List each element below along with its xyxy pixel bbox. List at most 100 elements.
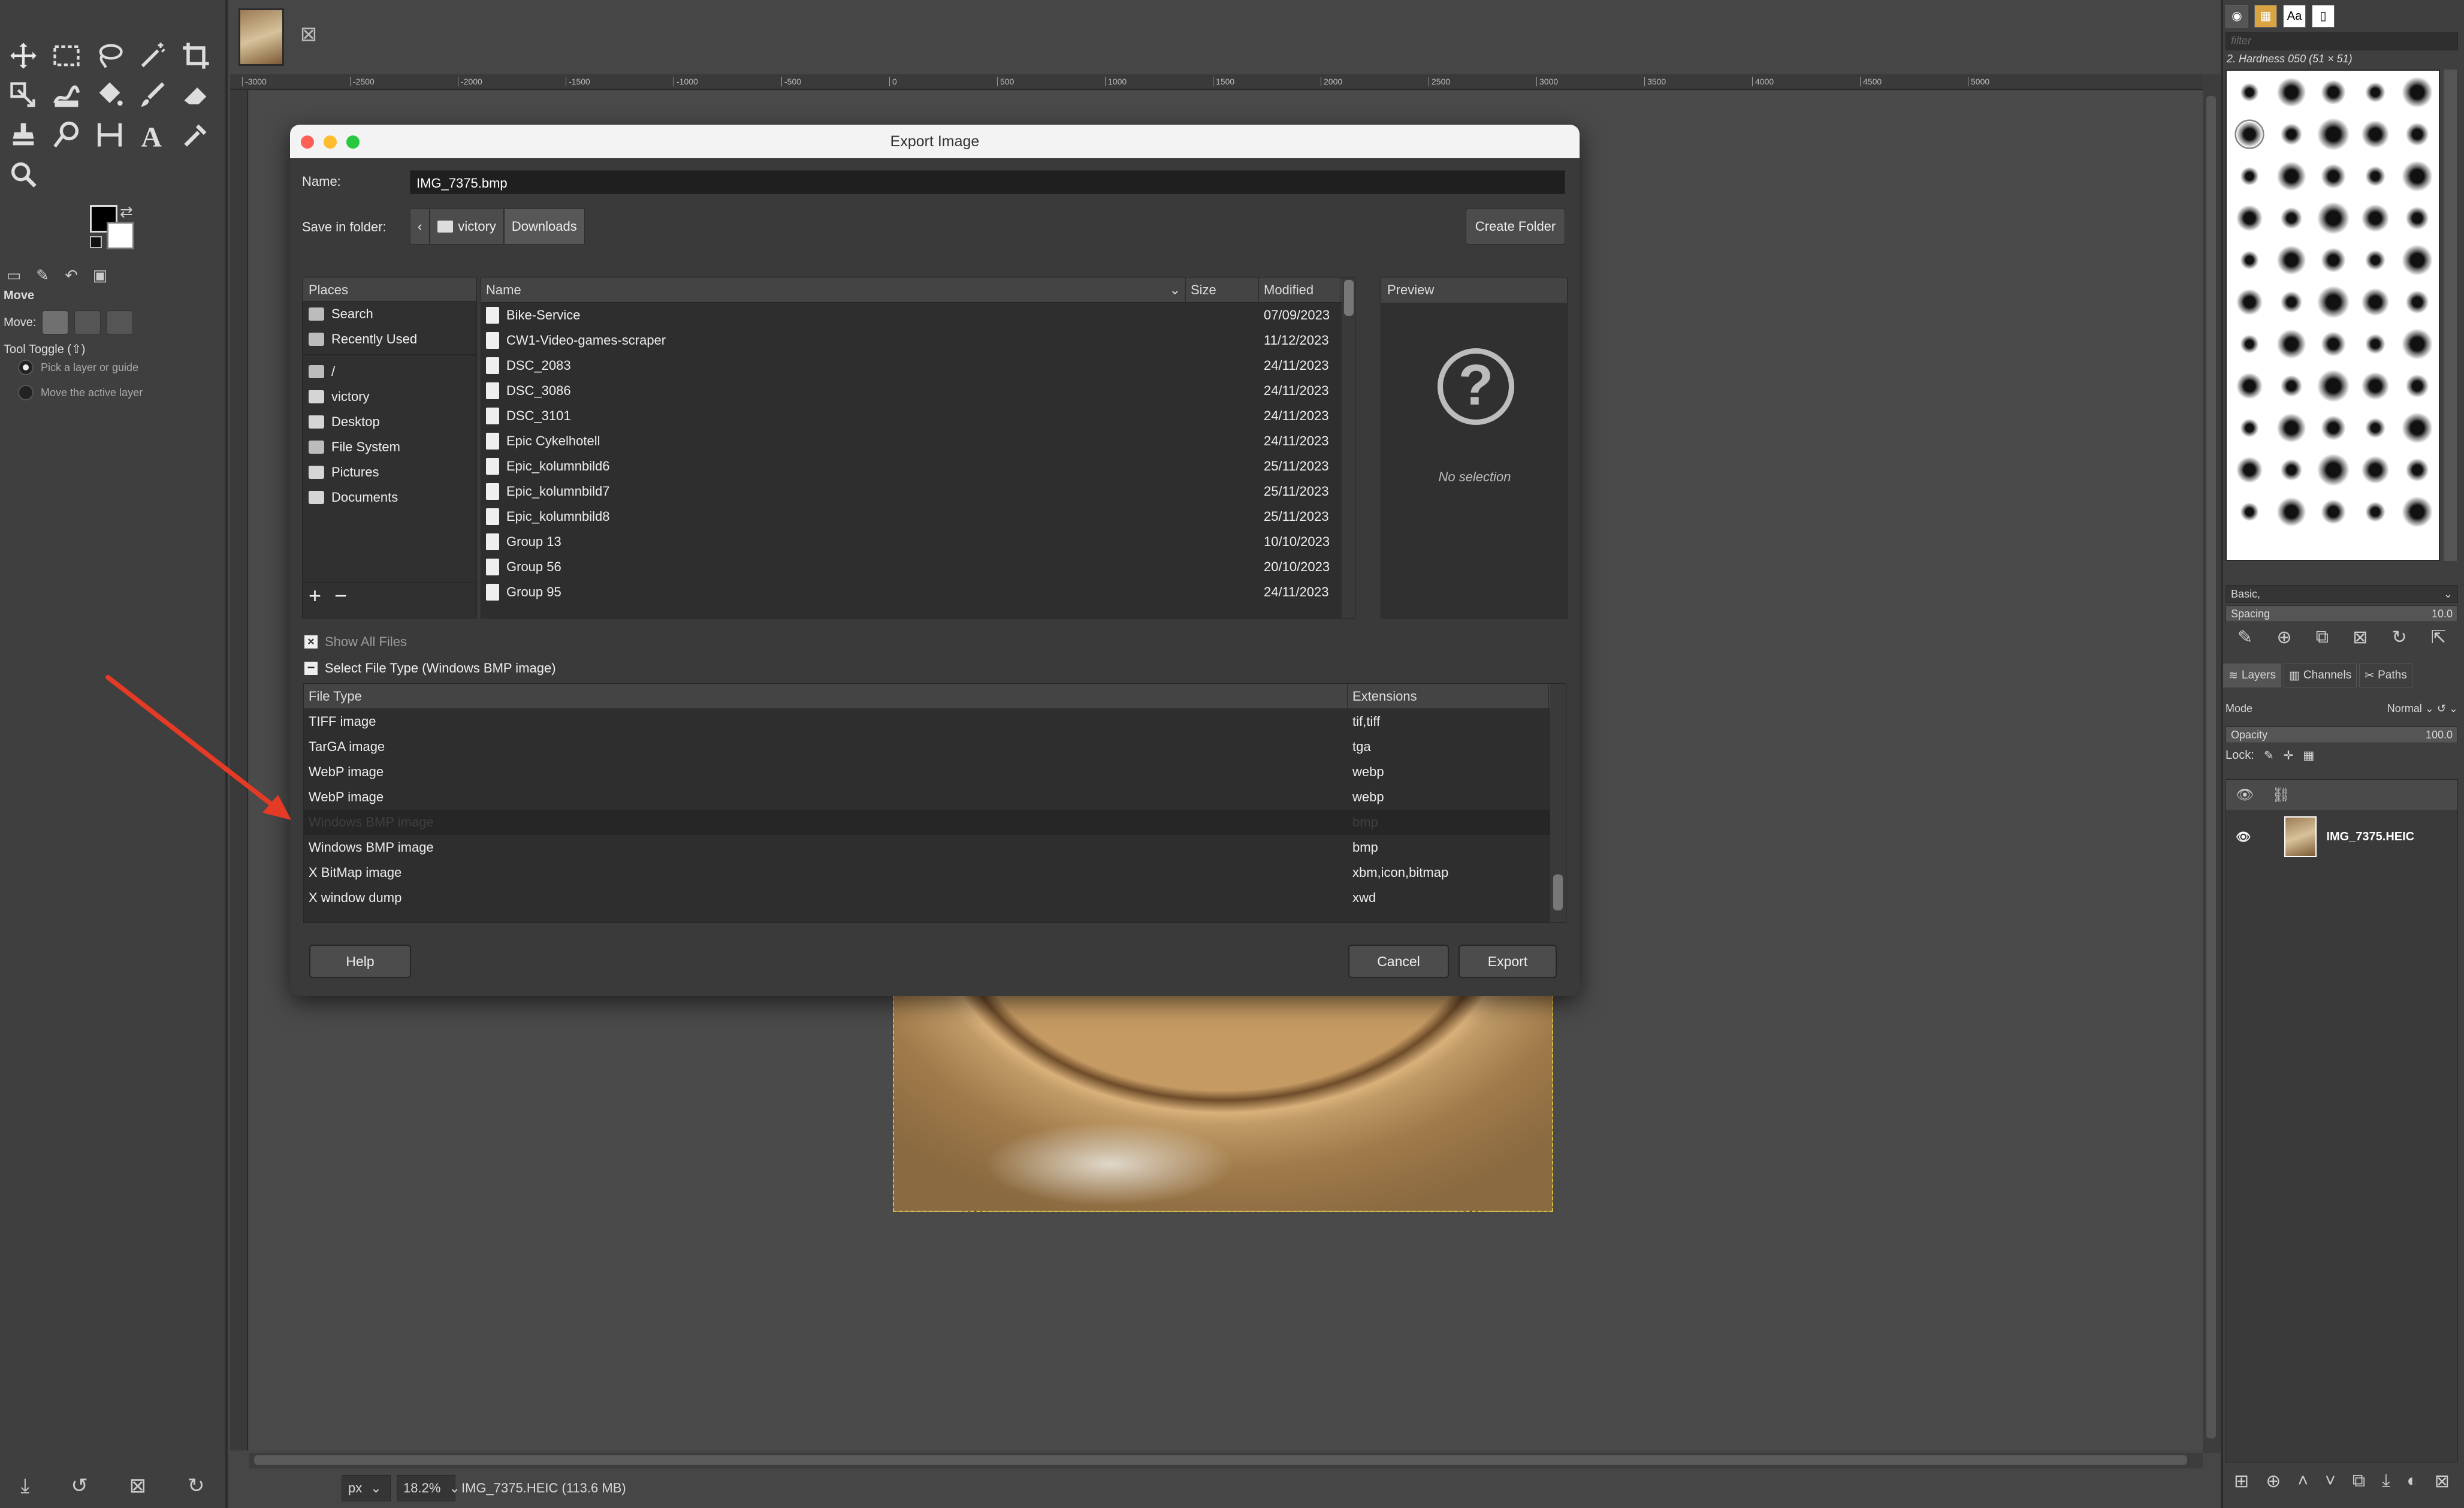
place-item[interactable]: / xyxy=(303,359,476,384)
radio-button[interactable] xyxy=(18,385,34,400)
file-row[interactable]: Bike-Service 07/09/2023 xyxy=(481,303,1355,328)
brush-preset[interactable] xyxy=(2361,456,2390,484)
refresh-brushes-icon[interactable]: ↻ xyxy=(2391,627,2406,648)
brush-preset[interactable] xyxy=(2236,456,2263,484)
brush-preset[interactable] xyxy=(2317,285,2350,319)
edit-brush-icon[interactable]: ✎ xyxy=(2237,627,2252,648)
file-row[interactable]: DSC_3086 24/11/2023 xyxy=(481,378,1355,403)
brush-preset[interactable] xyxy=(2317,201,2350,235)
scroll-thumb[interactable] xyxy=(1553,874,1563,910)
transform-icon[interactable] xyxy=(4,77,43,114)
brush-preset[interactable] xyxy=(2361,372,2390,400)
file-type-row[interactable]: WebP image webp xyxy=(304,785,1566,810)
brush-preset[interactable] xyxy=(2234,119,2264,149)
column-extensions[interactable]: Extensions xyxy=(1348,684,1549,708)
help-button[interactable]: Help xyxy=(309,945,411,978)
brush-preset[interactable] xyxy=(2240,251,2259,270)
horizontal-scrollbar[interactable] xyxy=(249,1453,2203,1468)
brush-preset[interactable] xyxy=(2402,496,2433,527)
add-place-icon[interactable]: + xyxy=(309,583,321,608)
file-row[interactable]: Epic_kolumnbild6 25/11/2023 xyxy=(481,454,1355,479)
brush-preset[interactable] xyxy=(2365,334,2386,354)
brush-preset[interactable] xyxy=(2280,459,2303,481)
column-name[interactable]: Name ⌄ xyxy=(481,278,1186,302)
zoom-select[interactable]: 18.2% ⌄ xyxy=(397,1475,460,1501)
scroll-thumb[interactable] xyxy=(1344,280,1354,316)
file-type-row[interactable]: X window dump xwd xyxy=(304,885,1566,910)
eye-icon[interactable]: 👁 xyxy=(2236,786,2254,804)
brush-preset[interactable] xyxy=(2321,499,2346,524)
brush-preset[interactable] xyxy=(2402,412,2433,444)
raise-layer-icon[interactable]: ˄ xyxy=(2297,1471,2308,1492)
brush-preset[interactable] xyxy=(2321,164,2346,189)
opacity-slider[interactable]: Opacity 100.0 xyxy=(2226,726,2458,743)
breadcrumb-downloads[interactable]: Downloads xyxy=(503,209,585,245)
brush-preset[interactable] xyxy=(2240,83,2259,102)
brush-preset[interactable] xyxy=(2365,82,2386,102)
brush-scrollbar[interactable] xyxy=(2444,70,2457,561)
column-file-type[interactable]: File Type xyxy=(304,684,1348,708)
brush-preset[interactable] xyxy=(2405,290,2429,314)
file-type-row[interactable]: Windows BMP image bmp xyxy=(304,835,1566,860)
remove-place-icon[interactable]: − xyxy=(334,583,347,608)
tab-channels[interactable]: ▥ Channels xyxy=(2283,663,2357,687)
eraser-icon[interactable] xyxy=(176,77,216,114)
brush-preset[interactable] xyxy=(2276,161,2306,191)
vertical-scrollbar[interactable] xyxy=(2203,74,2221,1453)
file-row[interactable]: Group 56 20/10/2023 xyxy=(481,554,1355,580)
close-icon[interactable]: ⊠ xyxy=(298,24,319,44)
brush-preset[interactable] xyxy=(2280,375,2303,397)
zoom-window-button[interactable] xyxy=(346,135,360,149)
brush-preset[interactable] xyxy=(2317,369,2350,403)
chain-icon[interactable]: ⛓ xyxy=(2272,786,2290,804)
clone-icon[interactable] xyxy=(4,116,43,153)
brushes-tab-icon[interactable]: ◉ xyxy=(2226,5,2248,28)
brush-preset[interactable] xyxy=(2280,207,2303,230)
image-tab-thumbnail[interactable] xyxy=(238,8,284,66)
radio-pick-layer[interactable]: Pick a layer or guide xyxy=(18,360,138,375)
paintbrush-icon[interactable] xyxy=(133,77,173,114)
tab-layers[interactable]: ≋ Layers xyxy=(2223,663,2281,687)
lock-position-icon[interactable]: ✛ xyxy=(2284,748,2294,763)
text-icon[interactable]: A xyxy=(133,116,173,153)
column-modified[interactable]: Modified xyxy=(1259,278,1340,302)
place-item[interactable]: Pictures xyxy=(303,460,476,485)
file-type-row[interactable]: TIFF image tif,tiff xyxy=(304,709,1566,734)
brush-preset[interactable] xyxy=(2402,328,2433,360)
file-row[interactable]: Group 95 24/11/2023 xyxy=(481,580,1355,605)
brush-preset[interactable] xyxy=(2276,329,2306,359)
new-layer-icon[interactable]: ⊕ xyxy=(2266,1471,2281,1492)
save-preset-icon[interactable]: ⤓ xyxy=(20,1474,29,1498)
column-size[interactable]: Size xyxy=(1186,278,1259,302)
brush-preset[interactable] xyxy=(2236,204,2263,232)
brush-preset[interactable] xyxy=(2361,204,2390,233)
brush-preset[interactable] xyxy=(2405,122,2429,146)
reset-colors-icon[interactable] xyxy=(90,236,102,248)
brush-preset[interactable] xyxy=(2361,288,2390,316)
unit-select[interactable]: px ⌄ xyxy=(342,1475,391,1501)
swap-colors-icon[interactable]: ⇄ xyxy=(120,204,135,219)
cancel-button[interactable]: Cancel xyxy=(1348,945,1449,978)
open-brush-icon[interactable]: ⇱ xyxy=(2431,627,2446,648)
file-row[interactable]: DSC_2083 24/11/2023 xyxy=(481,353,1355,378)
zoom-icon[interactable] xyxy=(4,156,43,193)
smudge-icon[interactable] xyxy=(47,116,86,153)
background-color-swatch[interactable] xyxy=(107,222,134,249)
brush-preset[interactable] xyxy=(2365,166,2386,186)
brush-preset[interactable] xyxy=(2236,288,2263,316)
brush-preset[interactable] xyxy=(2240,418,2259,438)
scroll-thumb[interactable] xyxy=(254,1455,2187,1465)
lasso-icon[interactable] xyxy=(90,37,129,74)
delete-preset-icon[interactable]: ⊠ xyxy=(129,1474,147,1498)
filename-input[interactable]: IMG_7375.bmp xyxy=(410,170,1565,194)
close-window-button[interactable] xyxy=(301,135,314,149)
select-file-type-expander[interactable]: − Select File Type (Windows BMP image) xyxy=(304,660,556,676)
scroll-thumb[interactable] xyxy=(2206,96,2216,1438)
new-brush-icon[interactable]: ⊕ xyxy=(2276,627,2291,648)
brush-preset[interactable] xyxy=(2236,372,2263,400)
undo-history-tab-icon[interactable]: ↶ xyxy=(61,266,81,284)
place-item[interactable]: File System xyxy=(303,435,476,460)
file-type-scrollbar[interactable] xyxy=(1550,684,1566,922)
new-layer-group-icon[interactable]: ⊞ xyxy=(2234,1471,2249,1492)
file-row[interactable]: Epic_kolumnbild7 25/11/2023 xyxy=(481,479,1355,504)
